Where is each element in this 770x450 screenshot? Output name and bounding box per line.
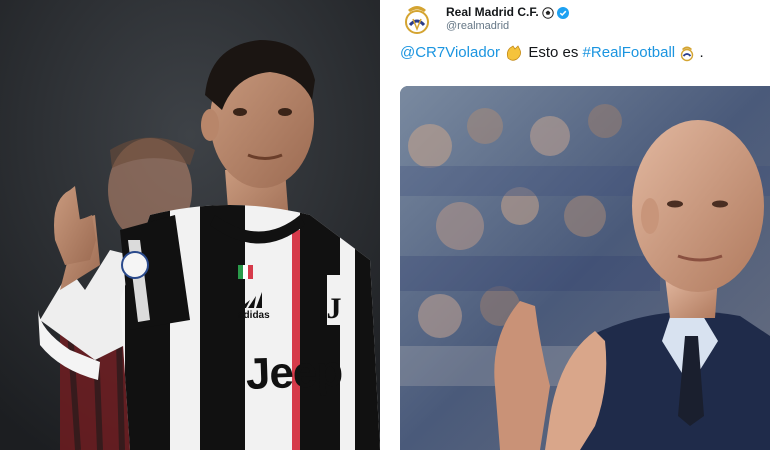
soccer-ball-icon bbox=[542, 7, 554, 19]
account-handle[interactable]: @realmadrid bbox=[446, 20, 509, 32]
tweet-panel: Real Madrid C.F. @realmadrid @CR7Violado… bbox=[384, 0, 770, 450]
real-madrid-crest-emoji-icon bbox=[681, 46, 694, 62]
mention-link[interactable]: @CR7Violador bbox=[400, 44, 500, 61]
tweet-text-middle: Esto es bbox=[528, 44, 579, 61]
clapping-hands-icon bbox=[507, 45, 522, 61]
jersey-sponsor-label: Jeep bbox=[245, 346, 343, 399]
tweet-media-photo[interactable] bbox=[400, 86, 770, 450]
kit-brand-label: adidas bbox=[238, 310, 270, 321]
verified-badge-icon bbox=[557, 6, 570, 19]
display-name-text: Real Madrid C.F. bbox=[446, 5, 539, 19]
svg-text:J: J bbox=[327, 292, 342, 325]
account-display-name[interactable]: Real Madrid C.F. bbox=[446, 5, 570, 19]
tweet-text-end: . bbox=[699, 44, 704, 61]
coach-photo-illustration bbox=[400, 86, 770, 450]
tweet-header: Real Madrid C.F. @realmadrid bbox=[402, 2, 762, 38]
tweet-text: @CR7Violador Esto es #RealFootball . bbox=[400, 44, 704, 62]
left-photo: J adidas Jeep bbox=[0, 0, 380, 450]
real-madrid-crest-icon[interactable] bbox=[402, 2, 432, 36]
hashtag-link[interactable]: #RealFootball bbox=[583, 44, 676, 61]
